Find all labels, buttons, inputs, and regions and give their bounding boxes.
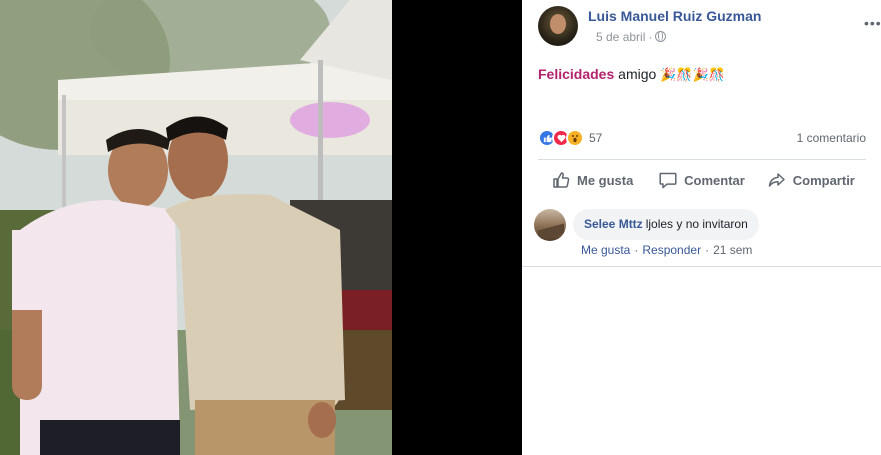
comment-like-link[interactable]: Me gusta xyxy=(581,243,630,257)
comments-count-link[interactable]: 1 comentario xyxy=(797,131,866,145)
comment-timestamp[interactable]: 21 sem xyxy=(713,243,752,257)
globe-icon[interactable] xyxy=(655,31,667,42)
like-button[interactable]: Me gusta xyxy=(538,160,647,200)
post-hashtag[interactable]: Felicidades xyxy=(538,66,614,82)
post-meta: 5 de abril · xyxy=(596,30,667,44)
photo-viewer xyxy=(0,0,522,455)
comment-action-separator: · xyxy=(634,243,639,257)
thumbs-up-icon xyxy=(553,172,570,188)
author-avatar[interactable] xyxy=(538,6,578,46)
comment-button[interactable]: Comentar xyxy=(647,160,756,200)
post-text: Felicidades amigo 🎉🎊🎉🎊 xyxy=(538,66,725,83)
share-button-label: Compartir xyxy=(792,172,855,188)
comment-icon xyxy=(659,172,677,189)
post-action-bar: Me gusta Comentar Compartir xyxy=(538,160,866,200)
post-header: Luis Manuel Ruiz Guzman 5 de abril · ••• xyxy=(538,6,881,46)
share-button[interactable]: Compartir xyxy=(757,160,866,200)
reactions-summary[interactable]: 57 xyxy=(538,128,602,148)
author-name[interactable]: Luis Manuel Ruiz Guzman xyxy=(588,8,761,24)
comment-actions: Me gusta · Responder · 21 sem xyxy=(581,243,752,257)
comment-action-separator: · xyxy=(705,243,710,257)
comment-text: ljoles y no invitaron xyxy=(645,217,748,231)
post-emojis: 🎉🎊🎉🎊 xyxy=(660,67,725,82)
like-button-label: Me gusta xyxy=(576,172,634,188)
reaction-count[interactable]: 57 xyxy=(589,131,602,145)
share-icon xyxy=(768,173,785,187)
comment-bubble: Selee Mttz ljoles y no invitaron xyxy=(573,209,759,240)
post-body-text: amigo xyxy=(614,66,661,82)
commenter-name[interactable]: Selee Mttz xyxy=(584,217,643,231)
comment-reply-link[interactable]: Responder xyxy=(642,243,701,257)
comments-list: Selee Mttz ljoles y no invitaron Me gusta… xyxy=(522,200,881,266)
photo-illustration xyxy=(0,0,392,455)
more-options-button[interactable]: ••• xyxy=(864,15,881,31)
comment-button-label: Comentar xyxy=(684,172,745,188)
post-sidebar: Luis Manuel Ruiz Guzman 5 de abril · ••• … xyxy=(522,0,881,455)
meta-separator: · xyxy=(648,30,653,44)
wow-icon xyxy=(566,129,584,147)
post-photo[interactable] xyxy=(0,0,392,455)
post-date[interactable]: 5 de abril xyxy=(596,30,645,44)
comments-bottom-border xyxy=(522,266,881,267)
commenter-avatar[interactable] xyxy=(534,209,566,241)
